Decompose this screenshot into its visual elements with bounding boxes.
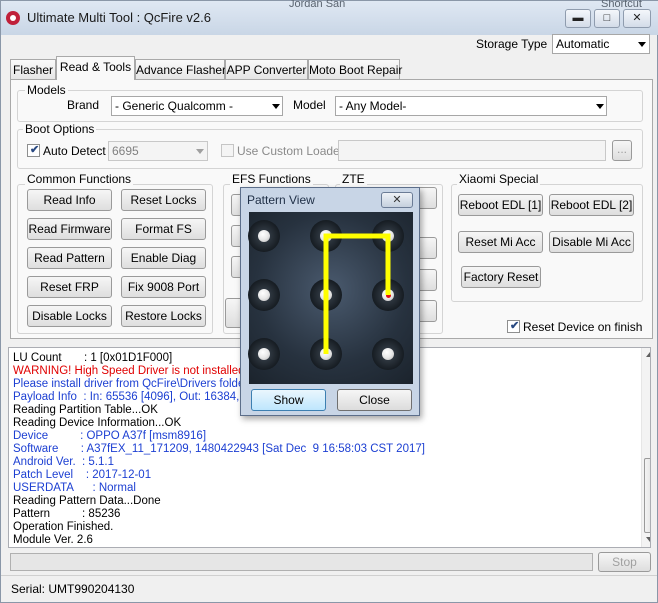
storage-type-label: Storage Type: [476, 37, 548, 51]
boot-options-label: Boot Options: [23, 122, 97, 136]
common-functions-label: Common Functions: [25, 172, 134, 186]
show-button[interactable]: Show: [251, 389, 326, 411]
custom-loader-label: Use Custom Loader: [237, 144, 344, 158]
log-line: Software : A37fEX_11_171209, 1480422943 …: [13, 443, 425, 455]
auto-detect-checkbox[interactable]: ✔: [27, 144, 40, 157]
scroll-down-arrow-icon[interactable]: [646, 537, 650, 542]
pattern-grid: [248, 212, 413, 384]
port-value: 6695: [112, 144, 139, 158]
reboot-edl-2-button[interactable]: Reboot EDL [2]: [549, 194, 634, 216]
brand-value: - Generic Qualcomm -: [115, 99, 234, 113]
background-window-title: Jordan San: [289, 0, 346, 10]
window-close-button[interactable]: ✕: [623, 9, 651, 28]
title-bar: Jordan San Shortcut Ultimate Multi Tool …: [1, 0, 658, 35]
log-line: Please install driver from QcFire\Driver…: [13, 378, 258, 390]
chevron-down-icon: [272, 104, 280, 109]
storage-type-select[interactable]: Automatic: [552, 34, 650, 54]
tab-moto-boot-repair[interactable]: Moto Boot Repair: [308, 59, 402, 80]
disable-locks-button[interactable]: Disable Locks: [27, 305, 112, 327]
log-line: Reading Pattern Data...Done: [13, 495, 161, 507]
storage-type-value: Automatic: [556, 37, 610, 51]
reset-on-finish-checkbox[interactable]: ✔: [507, 320, 520, 333]
log-line: Patch Level : 2017-12-01: [13, 469, 152, 481]
pattern-view-dialog: Pattern View ✕ Show Close: [240, 187, 420, 416]
model-select[interactable]: - Any Model-: [335, 96, 607, 116]
serial-number: Serial: UMT990204130: [11, 582, 135, 596]
brand-label: Brand: [67, 98, 100, 112]
factory-reset-button[interactable]: Factory Reset: [461, 266, 541, 288]
log-line: Pattern : 85236: [13, 508, 121, 520]
tab-read-tools[interactable]: Read & Tools: [56, 56, 135, 80]
chevron-down-icon: [638, 42, 646, 47]
custom-loader-path-input[interactable]: [338, 140, 606, 161]
tab-app-converter[interactable]: APP Converter: [225, 59, 308, 80]
log-line: Android Ver. : 5.1.1: [13, 456, 115, 468]
dialog-close-icon[interactable]: ✕: [381, 192, 413, 208]
tab-advance-flasher[interactable]: Advance Flasher: [135, 59, 226, 80]
status-bar: Serial: UMT990204130: [1, 575, 657, 602]
format-fs-button[interactable]: Format FS: [121, 218, 206, 240]
models-group-label: Models: [25, 83, 68, 97]
reset-frp-button[interactable]: Reset FRP: [27, 276, 112, 298]
log-line: Payload Info : In: 65536 [4096], Out: 16…: [13, 391, 251, 403]
maximize-button[interactable]: □: [594, 9, 620, 28]
reboot-edl-1-button[interactable]: Reboot EDL [1]: [458, 194, 543, 216]
checkmark-icon: ✔: [30, 144, 40, 156]
read-firmware-button[interactable]: Read Firmware: [27, 218, 112, 240]
log-line: Reading Partition Table...OK: [13, 404, 158, 416]
chevron-down-icon: [596, 104, 604, 109]
log-line: Reading Device Information...OK: [13, 417, 182, 429]
checkmark-icon: ✔: [510, 320, 520, 332]
chevron-down-icon: [196, 149, 204, 154]
dialog-close-button[interactable]: Close: [337, 389, 412, 411]
scroll-up-arrow-icon[interactable]: [646, 352, 650, 357]
app-logo-icon: [6, 11, 20, 25]
disable-mi-acc-button[interactable]: Disable Mi Acc: [549, 231, 634, 253]
efs-functions-label: EFS Functions: [230, 172, 313, 186]
minimize-button[interactable]: ▬: [565, 9, 591, 28]
read-pattern-button[interactable]: Read Pattern: [27, 247, 112, 269]
tab-flasher[interactable]: Flasher: [10, 59, 56, 80]
fix-9008-port-button[interactable]: Fix 9008 Port: [121, 276, 206, 298]
log-line: USERDATA : Normal: [13, 482, 136, 494]
log-line: Operation Finished.: [13, 521, 114, 533]
zte-label: ZTE: [340, 172, 367, 186]
window-title: Ultimate Multi Tool : QcFire v2.6: [27, 10, 211, 25]
port-select[interactable]: 6695: [108, 141, 208, 161]
pattern-path-line: [323, 233, 391, 354]
log-line: LU Count : 1 [0x01D1F000]: [13, 352, 173, 364]
read-info-button[interactable]: Read Info: [27, 189, 112, 211]
restore-locks-button[interactable]: Restore Locks: [121, 305, 206, 327]
brand-select[interactable]: - Generic Qualcomm -: [111, 96, 283, 116]
reset-on-finish-label: Reset Device on finish: [523, 320, 643, 334]
dialog-title: Pattern View: [247, 193, 315, 207]
reset-mi-acc-button[interactable]: Reset Mi Acc: [458, 231, 543, 253]
browse-loader-button[interactable]: ...: [612, 140, 632, 161]
reset-locks-button[interactable]: Reset Locks: [121, 189, 206, 211]
scrollbar-thumb[interactable]: [644, 458, 650, 533]
progress-bar: [10, 553, 593, 571]
custom-loader-checkbox[interactable]: [221, 144, 234, 157]
xiaomi-special-label: Xiaomi Special: [457, 172, 541, 186]
auto-detect-label: Auto Detect: [43, 144, 106, 158]
log-line: Device : OPPO A37f [msm8916]: [13, 430, 207, 442]
pattern-lines: [323, 233, 391, 354]
log-scrollbar[interactable]: [641, 348, 650, 547]
log-line: WARNING! High Speed Driver is not instal…: [13, 365, 248, 377]
enable-diag-button[interactable]: Enable Diag: [121, 247, 206, 269]
model-value: - Any Model-: [339, 99, 407, 113]
log-line: Module Ver. 2.6: [13, 534, 93, 546]
model-label: Model: [293, 98, 326, 112]
app-window: Jordan San Shortcut Ultimate Multi Tool …: [0, 0, 658, 603]
stop-button[interactable]: Stop: [598, 552, 651, 572]
